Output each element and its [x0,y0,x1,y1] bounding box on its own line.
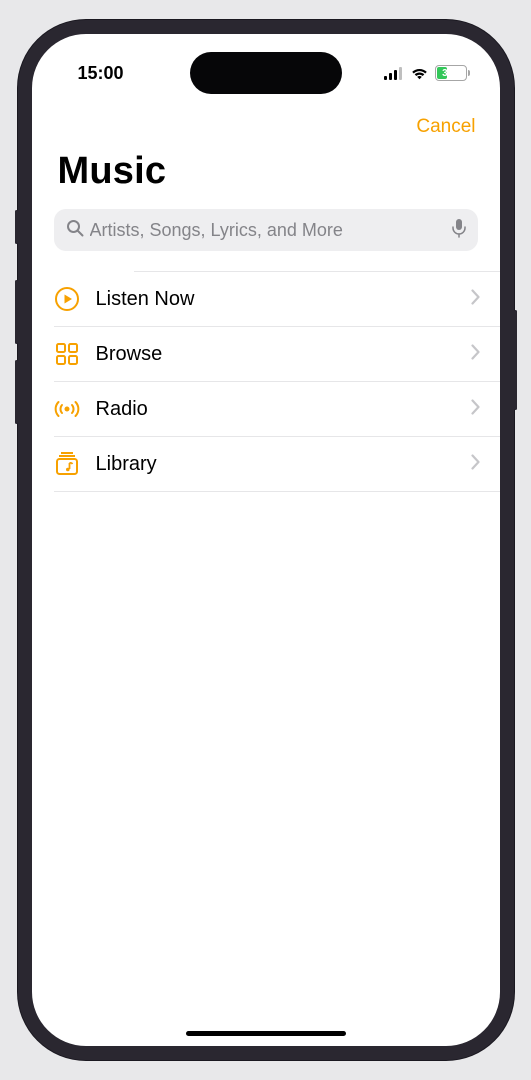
radio-icon [54,396,80,422]
menu-item-library[interactable]: Library [54,437,500,492]
battery-percent: 35 [442,68,453,79]
battery-icon: 35⚡︎ [435,65,470,81]
library-icon [54,451,80,477]
search-icon [66,219,84,242]
cellular-icon [384,67,404,80]
page-title: Music [32,146,500,209]
grid-icon [54,341,80,367]
power-button [514,310,517,410]
menu-item-radio[interactable]: Radio [54,382,500,437]
chevron-right-icon [471,289,480,310]
chevron-right-icon [471,454,480,475]
cancel-button[interactable]: Cancel [416,116,475,138]
mute-switch [15,210,18,244]
microphone-icon[interactable] [452,218,466,243]
status-time: 15:00 [78,63,178,84]
chevron-right-icon [471,399,480,420]
menu-item-browse[interactable]: Browse [54,327,500,382]
menu-item-label: Browse [96,343,455,366]
play-circle-icon [54,286,80,312]
volume-up-button [15,280,18,344]
device-frame: 15:00 [18,20,514,1060]
volume-down-button [15,360,18,424]
menu-list: Listen Now Browse [32,271,500,492]
menu-item-label: Library [96,453,455,476]
nav-bar: Cancel [32,100,500,146]
home-indicator[interactable] [186,1031,346,1036]
search-field[interactable] [54,209,478,251]
search-input[interactable] [90,220,446,241]
chevron-right-icon [471,344,480,365]
menu-item-listen-now[interactable]: Listen Now [54,272,500,327]
wifi-icon [410,66,429,80]
menu-item-label: Radio [96,398,455,421]
screen: 15:00 [32,34,500,1046]
menu-item-label: Listen Now [96,288,455,311]
dynamic-island [190,52,342,94]
